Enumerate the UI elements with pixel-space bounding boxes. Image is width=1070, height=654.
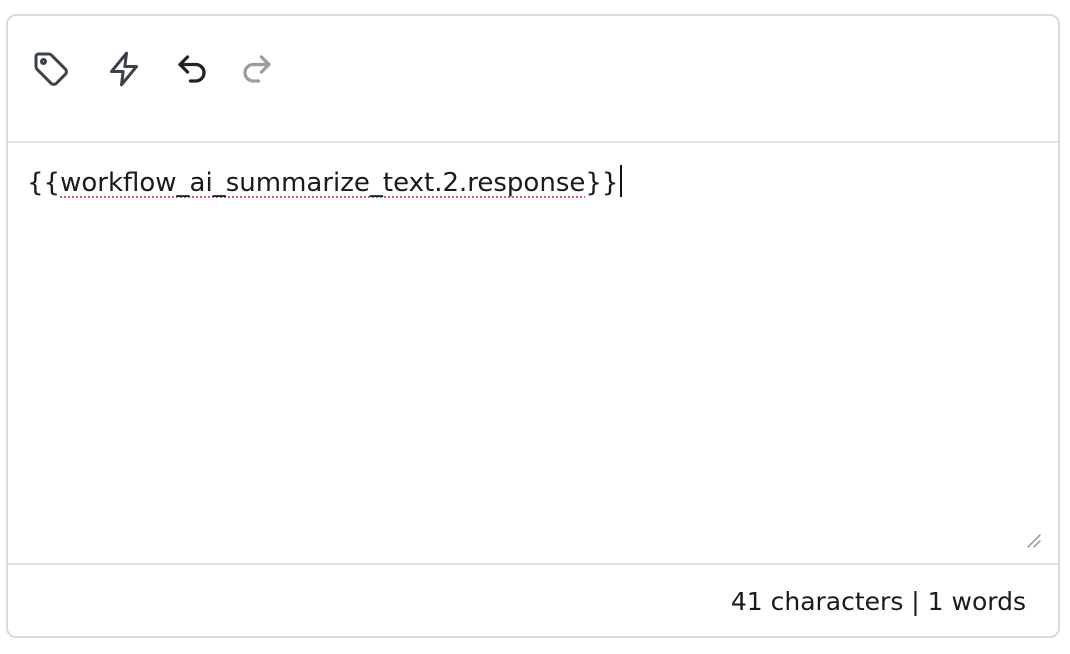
lightning-bolt-icon [104, 49, 144, 89]
text-cursor [620, 165, 623, 197]
insert-tag-button[interactable] [28, 46, 74, 92]
close-braces: }} [585, 168, 619, 198]
resize-handle[interactable] [1026, 533, 1042, 549]
resize-grip-icon [1026, 534, 1042, 553]
editor-text-area[interactable]: {{workflow_ai_summarize_text.2.response}… [8, 143, 1058, 563]
undo-icon [174, 51, 210, 87]
insert-variable-button[interactable] [101, 46, 147, 92]
editor-text: {{workflow_ai_summarize_text.2.response}… [27, 165, 623, 201]
undo-button[interactable] [169, 46, 215, 92]
misspelled-variable-text: workflow_ai_summarize_text.2.response [60, 168, 586, 198]
text-editor: {{workflow_ai_summarize_text.2.response}… [6, 14, 1060, 638]
redo-icon [239, 51, 275, 87]
tag-icon [31, 49, 71, 89]
editor-footer: 41 characters | 1 words [8, 563, 1058, 636]
open-braces: {{ [27, 168, 61, 198]
editor-toolbar [8, 16, 1058, 143]
redo-button[interactable] [234, 46, 280, 92]
character-word-counter: 41 characters | 1 words [730, 587, 1026, 616]
